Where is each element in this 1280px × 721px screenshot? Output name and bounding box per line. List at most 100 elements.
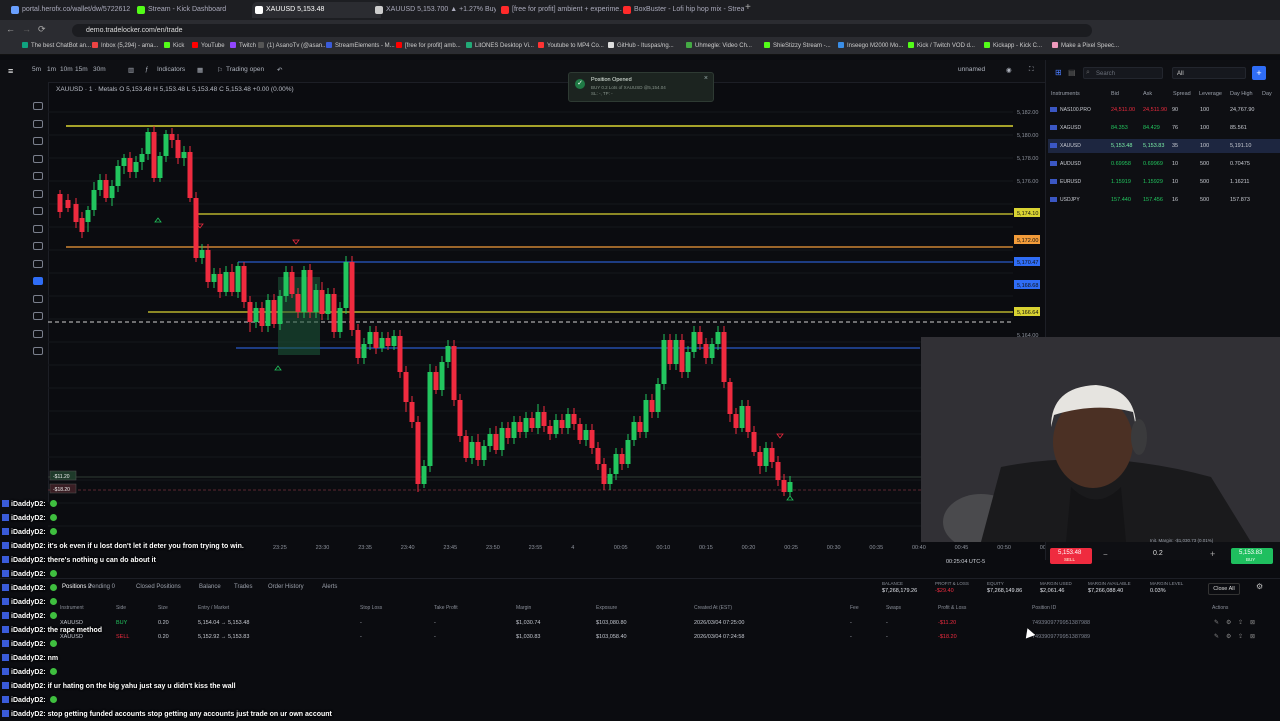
bookmark-item[interactable]: Inbox (5,294) - ama... (92, 42, 158, 49)
grid-icon[interactable]: ▤ (1068, 68, 1076, 77)
column-header[interactable]: Created At (EST) (694, 605, 732, 611)
browser-tab[interactable]: XAUUSD 5,153.700 ▲ +1.27% BuySel... (372, 2, 496, 18)
fullscreen-icon[interactable]: ⛶ (1029, 66, 1034, 74)
zoom-icon[interactable] (33, 259, 43, 268)
bookmark-item[interactable]: Kick (164, 42, 184, 49)
quantity-input[interactable]: 0.2 (1153, 550, 1163, 557)
account-tab[interactable]: Alerts (322, 584, 337, 590)
timeframe-30m[interactable]: 30m (93, 66, 106, 73)
bookmark-item[interactable]: Kick / Twitch VOD d... (908, 42, 975, 49)
brush-icon[interactable] (33, 189, 43, 198)
pattern-icon[interactable] (33, 224, 43, 233)
timeframe-5m[interactable]: 5m (32, 66, 41, 73)
buy-button[interactable]: 5,153.83 BUY (1231, 548, 1273, 564)
col-bid[interactable]: Bid (1111, 91, 1119, 97)
edit-icon[interactable]: ✎ (1214, 633, 1219, 640)
column-header[interactable]: Profit & Loss (938, 605, 966, 611)
sell-button[interactable]: 5,153.48 SELL (1050, 548, 1092, 564)
column-header[interactable]: Position ID (1032, 605, 1056, 611)
account-tab[interactable]: Order History (268, 584, 304, 590)
back-icon[interactable]: ← (6, 24, 15, 34)
close-all-button[interactable]: Close All (1208, 583, 1240, 595)
bookmark-item[interactable]: Twitch (230, 42, 256, 49)
bookmark-item[interactable]: LitONES Desktop Vi... (466, 42, 534, 49)
watchlist-icon[interactable]: ⊞ (1055, 68, 1062, 77)
new-tab-icon[interactable]: + (745, 2, 751, 13)
column-header[interactable]: Actions (1212, 605, 1228, 611)
instrument-row[interactable]: XAGUSD 84.353 84.429 76 100 85.561 (1048, 121, 1280, 135)
trading-open-button[interactable]: Trading open (226, 66, 264, 73)
url-input[interactable]: demo.tradelocker.com/en/trade (72, 24, 1092, 37)
column-header[interactable]: Size (158, 605, 168, 611)
browser-tab[interactable]: BoxBuster - Lofi hip hop mix - Strea... (620, 2, 744, 18)
browser-tab[interactable]: XAUUSD 5,153.48 (252, 2, 381, 18)
instrument-row[interactable]: EURUSD 1.15919 1.15929 10 500 1.16211 (1048, 175, 1280, 189)
camera-icon[interactable]: ◉ (1006, 66, 1012, 74)
trendline-icon[interactable] (33, 119, 43, 128)
column-header[interactable]: Side (116, 605, 126, 611)
instrument-filter-select[interactable]: All (1172, 67, 1246, 79)
share-icon[interactable]: ⇪ (1238, 633, 1243, 640)
magnet-icon[interactable] (33, 277, 43, 285)
add-instrument-button[interactable]: + (1252, 66, 1266, 80)
column-header[interactable]: Swaps (886, 605, 901, 611)
column-header[interactable]: Fee (850, 605, 859, 611)
reload-icon[interactable]: ⟳ (38, 24, 46, 35)
close-position-icon[interactable]: ⊠ (1250, 619, 1255, 626)
column-header[interactable]: Margin (516, 605, 531, 611)
bookmark-item[interactable]: Youtube to MP4 Co... (538, 42, 604, 49)
column-header[interactable]: Entry / Market (198, 605, 229, 611)
increase-qty-icon[interactable]: + (1210, 549, 1215, 559)
settings-icon[interactable]: ⚙ (1256, 582, 1263, 591)
lock-icon[interactable] (33, 312, 43, 320)
col-day[interactable]: Day (1262, 91, 1272, 97)
browser-tab[interactable]: Stream - Kick Dashboard (134, 2, 258, 18)
bookmark-item[interactable]: (1) AsanoTv (@asan... (258, 42, 327, 49)
col-ask[interactable]: Ask (1143, 91, 1152, 97)
close-icon[interactable]: × (704, 75, 708, 82)
instrument-row[interactable]: USDJPY 157.440 157.456 16 500 157.873 (1048, 193, 1280, 207)
col-spread[interactable]: Spread (1173, 91, 1191, 97)
timeframe-10m[interactable]: 10m (60, 66, 73, 73)
text-icon[interactable] (33, 207, 43, 215)
timeframe-1m[interactable]: 1m (47, 66, 56, 73)
settings-icon[interactable]: ⚙ (1226, 619, 1231, 626)
bookmark-item[interactable]: The best ChatBot an... (22, 42, 91, 49)
eye-icon[interactable] (33, 329, 43, 338)
price-chart[interactable]: 5,182.00 5,180.00 5,178.00 5,176.00 5,174.10… (48, 82, 1045, 542)
bookmark-item[interactable]: StreamElements - M... (326, 42, 395, 49)
settings-icon[interactable]: ⚙ (1226, 633, 1231, 640)
crosshair-icon[interactable] (33, 102, 43, 110)
measure-icon[interactable] (33, 242, 43, 250)
bookmark-item[interactable]: ShieStizzy Stream -... (764, 42, 831, 49)
account-tab[interactable]: Pending 0 (88, 584, 115, 590)
account-tab[interactable]: Positions 2 (62, 584, 91, 590)
fib-icon[interactable] (33, 154, 43, 163)
column-header[interactable]: Exposure (596, 605, 617, 611)
indicators-button[interactable]: Indicators (157, 66, 185, 73)
timeframe-15m[interactable]: 15m (75, 66, 88, 73)
horizontal-line-icon[interactable] (33, 137, 43, 145)
instrument-row[interactable]: NAS100.PRO 24,511.00 24,511.90 90 100 24,767.… (1048, 103, 1280, 117)
instrument-row[interactable]: XAUUSD 5,153.48 5,153.83 35 100 5,191.10 (1048, 139, 1280, 153)
browser-tab[interactable]: portal.herofx.co/wallet/dw/5722612 (8, 2, 132, 18)
bookmark-item[interactable]: [free for profit] amb... (396, 42, 461, 49)
bookmark-item[interactable]: GitHub - Ituspas/ng... (608, 42, 674, 49)
bookmark-item[interactable]: Make a Pixel Speec... (1052, 42, 1119, 49)
browser-tab[interactable]: [free for profit] ambient + experime... (498, 2, 622, 18)
account-tab[interactable]: Balance (199, 584, 221, 590)
col-day-high[interactable]: Day High (1230, 91, 1253, 97)
col-leverage[interactable]: Leverage (1199, 91, 1222, 97)
column-header[interactable]: Stop Loss (360, 605, 382, 611)
forward-icon[interactable]: → (22, 24, 31, 34)
bookmark-item[interactable]: Uhmegle: Video Ch... (686, 42, 752, 49)
edit-icon[interactable]: ✎ (1214, 619, 1219, 626)
bookmark-item[interactable]: YouTube (192, 42, 225, 49)
instrument-row[interactable]: AUDUSD 0.69958 0.69969 10 500 0.70475 (1048, 157, 1280, 171)
column-header[interactable]: Take Profit (434, 605, 458, 611)
layout-icon[interactable]: ▦ (197, 66, 203, 74)
chart-type-icon[interactable]: ▥ (128, 66, 134, 74)
column-header[interactable]: Instrument (60, 605, 84, 611)
bookmark-item[interactable]: Kickapp - Kick C... (984, 42, 1042, 49)
ruler-icon[interactable] (33, 294, 43, 303)
